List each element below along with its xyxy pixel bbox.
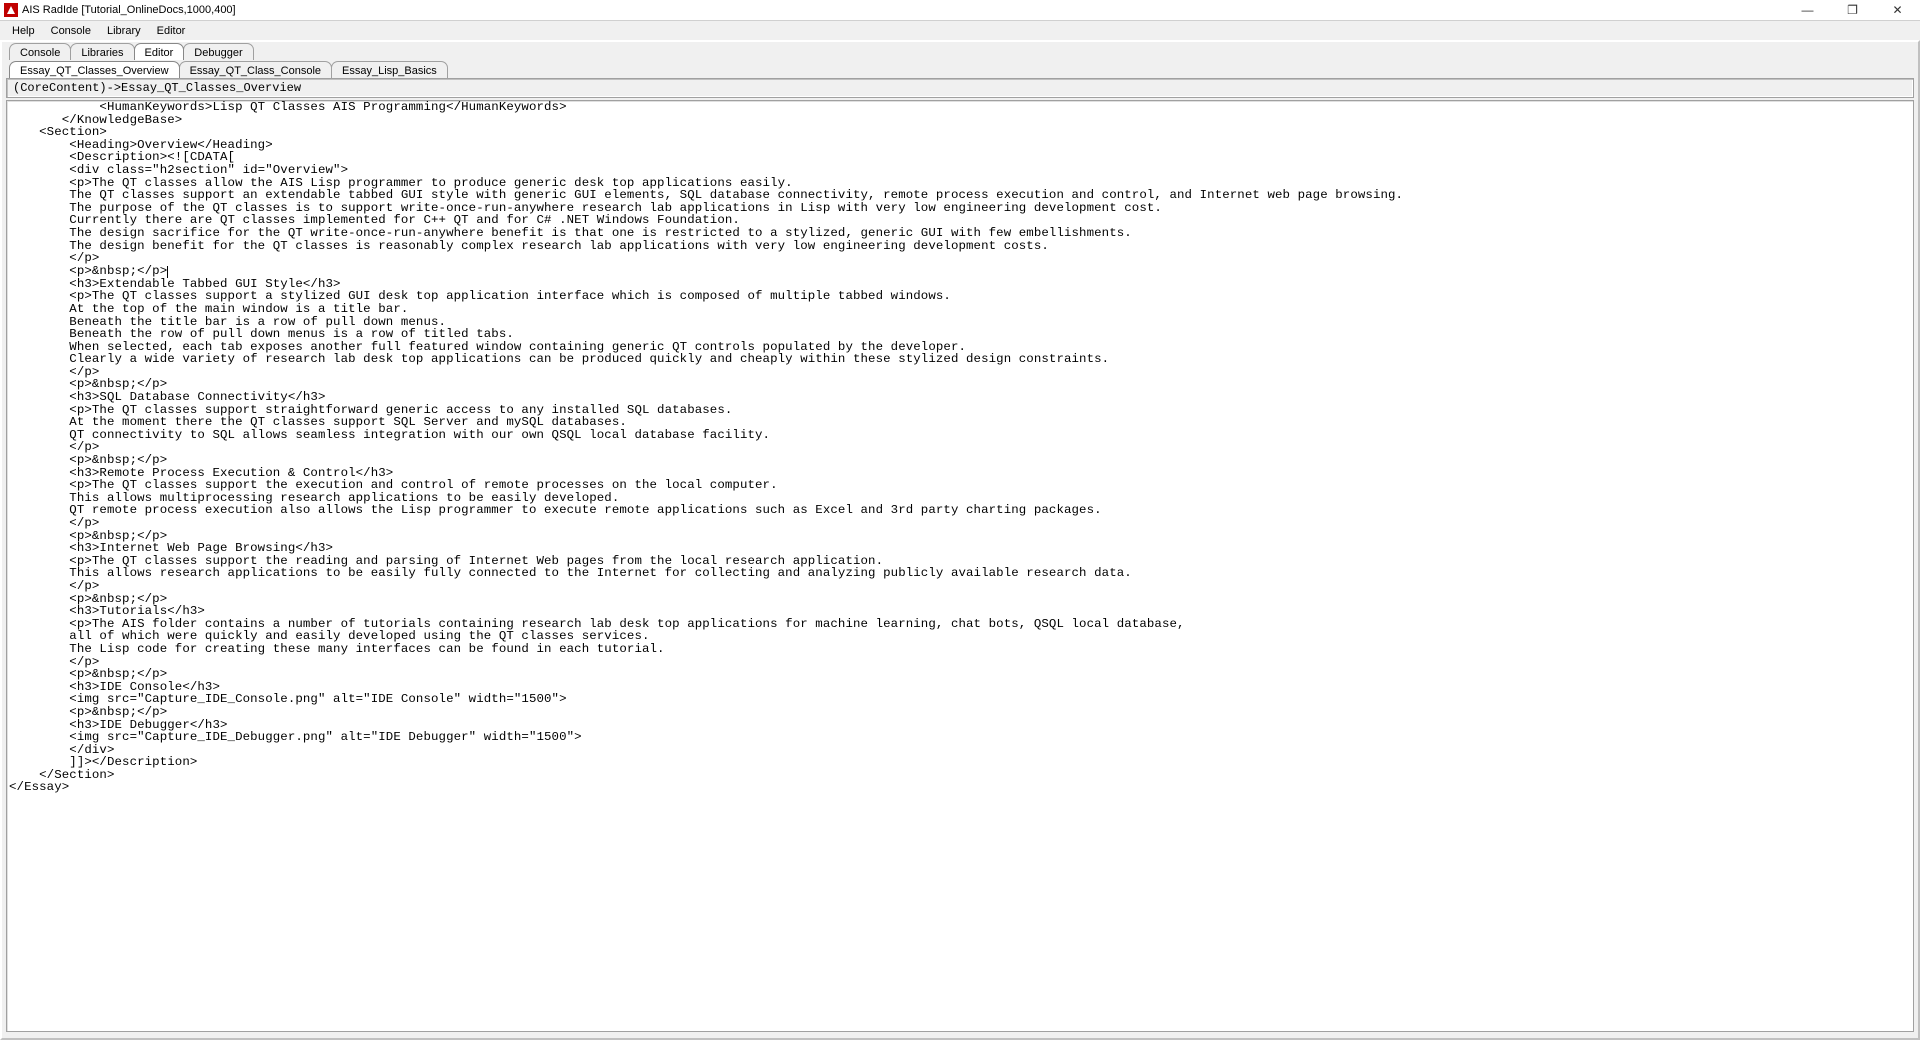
editor-line[interactable]: <h3>SQL Database Connectivity</h3> [9,391,1911,404]
editor-line[interactable]: </p> [9,656,1911,669]
editor-line[interactable]: <p>&nbsp;</p> [9,668,1911,681]
editor-line[interactable]: Beneath the row of pull down menus is a … [9,328,1911,341]
menu-console[interactable]: Console [43,21,99,41]
editor-line[interactable]: </p> [9,366,1911,379]
editor-line[interactable]: </Section> [9,769,1911,782]
editor-line[interactable]: </Essay> [9,781,1911,794]
menu-help[interactable]: Help [4,21,43,41]
editor-line[interactable]: Clearly a wide variety of research lab d… [9,353,1911,366]
tab-libraries[interactable]: Libraries [70,43,134,60]
tab-debugger[interactable]: Debugger [183,43,253,60]
editor-line[interactable]: <HumanKeywords>Lisp QT Classes AIS Progr… [9,101,1911,114]
editor-line[interactable]: <Heading>Overview</Heading> [9,139,1911,152]
window-close-button[interactable]: ✕ [1875,0,1920,20]
window-title: AIS RadIde [Tutorial_OnlineDocs,1000,400… [22,4,236,16]
titlebar: AIS RadIde [Tutorial_OnlineDocs,1000,400… [0,0,1920,21]
workspace: Console Libraries Editor Debugger Essay_… [0,40,1920,1040]
editor-line[interactable]: The design benefit for the QT classes is… [9,240,1911,253]
menubar: Help Console Library Editor [0,21,1920,42]
subtab-essay-lisp-basics[interactable]: Essay_Lisp_Basics [331,61,448,78]
editor-line[interactable]: <p>The QT classes support the execution … [9,479,1911,492]
editor-line[interactable]: At the moment there the QT classes suppo… [9,416,1911,429]
editor-line[interactable]: The QT classes support an extendable tab… [9,189,1911,202]
editor-line[interactable]: </p> [9,580,1911,593]
editor-line[interactable]: <img src="Capture_IDE_Console.png" alt="… [9,693,1911,706]
editor-line[interactable]: <p>&nbsp;</p> [9,454,1911,467]
text-caret [167,266,168,278]
editor-line[interactable]: </p> [9,252,1911,265]
menu-editor[interactable]: Editor [149,21,194,41]
editor-line[interactable]: At the top of the main window is a title… [9,303,1911,316]
editor-line[interactable]: ]]></Description> [9,756,1911,769]
editor-line[interactable]: The design sacrifice for the QT write-on… [9,227,1911,240]
subtab-essay-qt-class-console[interactable]: Essay_QT_Class_Console [179,61,332,78]
editor-line[interactable]: </p> [9,441,1911,454]
tab-console[interactable]: Console [9,43,71,60]
tab-editor[interactable]: Editor [134,43,185,60]
subtab-essay-qt-classes-overview[interactable]: Essay_QT_Classes_Overview [9,61,180,78]
editor-line[interactable]: <div class="h2section" id="Overview"> [9,164,1911,177]
editor-line[interactable]: <h3>Internet Web Page Browsing</h3> [9,542,1911,555]
editor-line[interactable]: This allows research applications to be … [9,567,1911,580]
editor-line[interactable]: <p>&nbsp;</p> [9,706,1911,719]
window-maximize-button[interactable]: ❐ [1830,0,1875,20]
main-tab-row: Console Libraries Editor Debugger [2,42,1918,60]
menu-library[interactable]: Library [99,21,149,41]
editor-line[interactable]: <p>&nbsp;</p> [9,265,1911,278]
editor-line[interactable]: </p> [9,517,1911,530]
sub-tab-row: Essay_QT_Classes_Overview Essay_QT_Class… [2,60,1918,78]
app-icon [4,3,18,17]
editor-line[interactable]: <p>&nbsp;</p> [9,593,1911,606]
editor-content[interactable]: <HumanKeywords>Lisp QT Classes AIS Progr… [7,101,1913,794]
editor-line[interactable]: QT connectivity to SQL allows seamless i… [9,429,1911,442]
editor-area[interactable]: <HumanKeywords>Lisp QT Classes AIS Progr… [6,100,1914,1032]
editor-line[interactable]: The Lisp code for creating these many in… [9,643,1911,656]
editor-line[interactable]: </div> [9,744,1911,757]
window-minimize-button[interactable]: — [1785,0,1830,20]
editor-line[interactable]: <h3>Tutorials</h3> [9,605,1911,618]
editor-line[interactable]: </KnowledgeBase> [9,114,1911,127]
path-bar[interactable]: (CoreContent)->Essay_QT_Classes_Overview [6,78,1914,98]
editor-line[interactable]: QT remote process execution also allows … [9,504,1911,517]
editor-line[interactable]: <Section> [9,126,1911,139]
editor-line[interactable]: <img src="Capture_IDE_Debugger.png" alt=… [9,731,1911,744]
